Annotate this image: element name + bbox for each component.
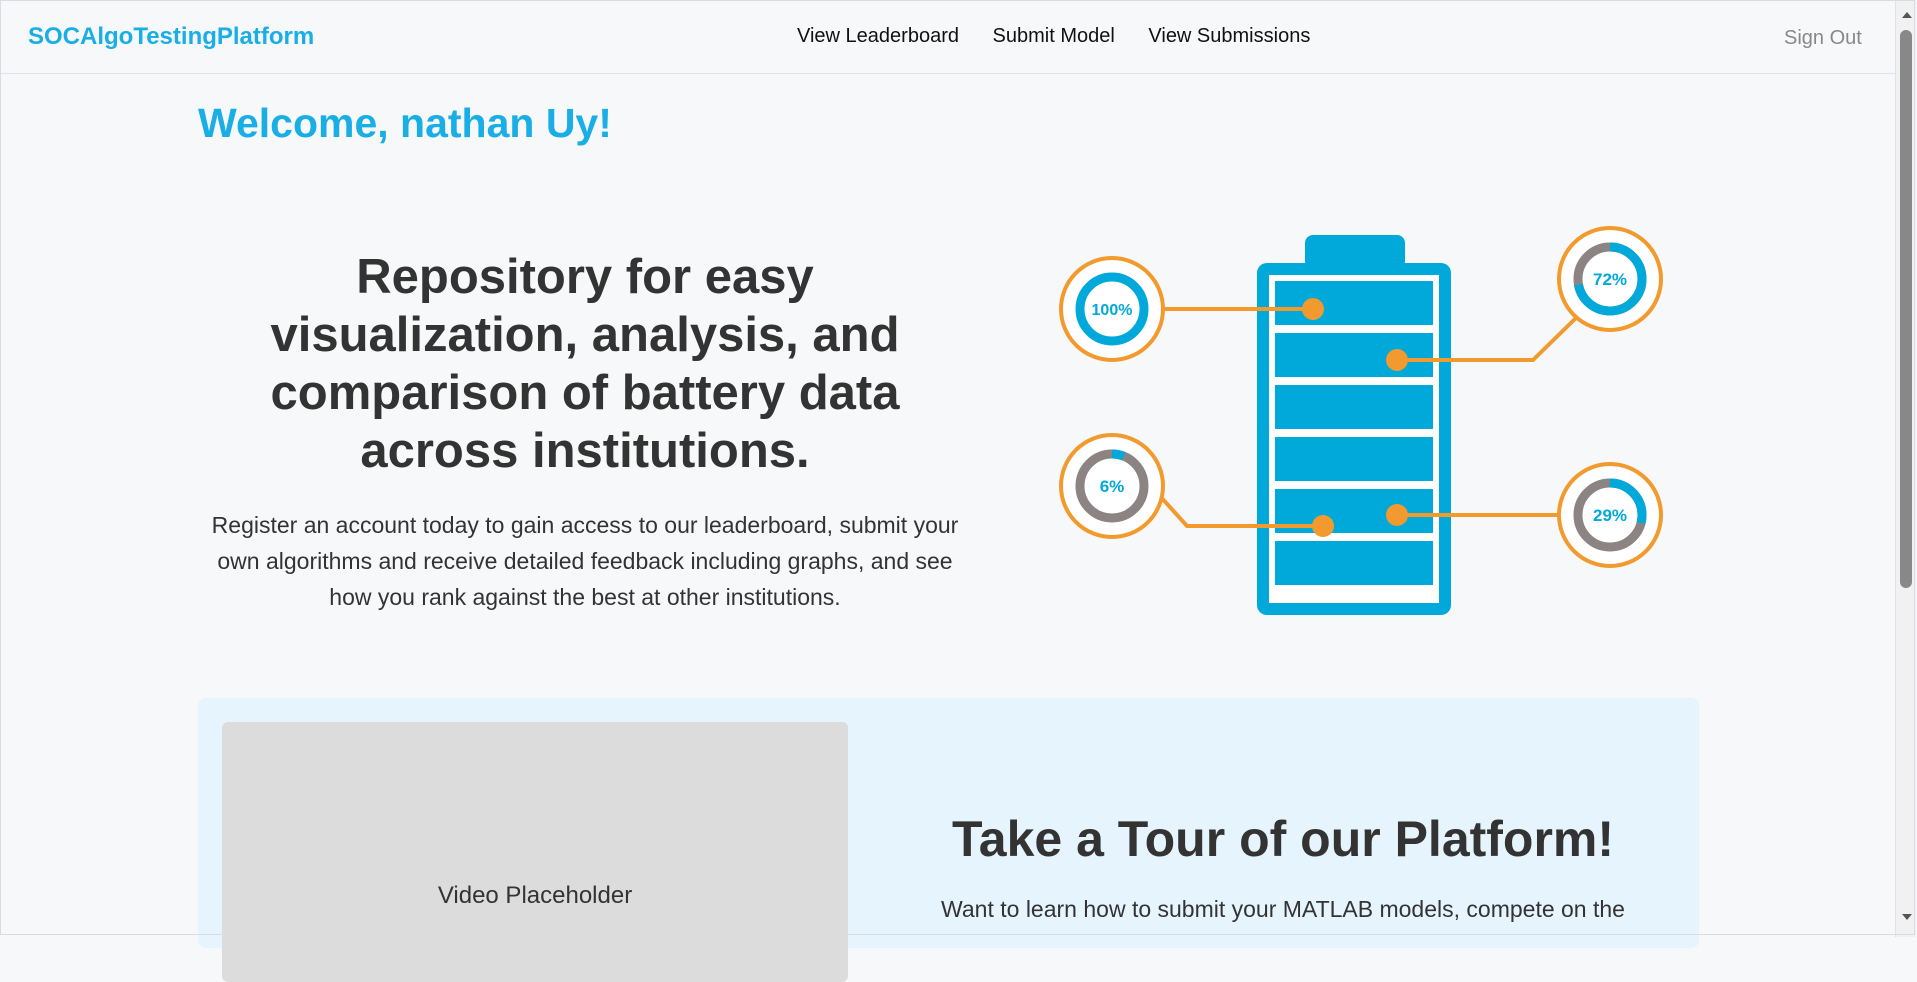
tour-title: Take a Tour of our Platform! (951, 811, 1615, 867)
gauge-6-label: 6% (1100, 477, 1125, 496)
gauge-29-label: 29% (1593, 506, 1627, 525)
nav-view-submissions[interactable]: View Submissions (1148, 25, 1310, 47)
gauge-72-label: 72% (1593, 270, 1627, 289)
scroll-down-arrow-icon[interactable] (1902, 914, 1912, 920)
scroll-up-arrow-icon[interactable] (1902, 12, 1912, 18)
main-nav: View Leaderboard Submit Model View Submi… (797, 25, 1338, 48)
hero-title: Repository for easy visualization, analy… (270, 250, 900, 478)
hero-description: Register an account today to gain access… (211, 512, 959, 610)
tour-description: Want to learn how to submit your MATLAB … (941, 896, 1625, 922)
nav-submit-model[interactable]: Submit Model (993, 25, 1115, 47)
gauge-100-label: 100% (1092, 302, 1133, 319)
page-scrollbar[interactable] (1895, 0, 1916, 937)
brand-logo-link[interactable]: SOCAlgoTestingPlatform (28, 23, 314, 51)
sign-out-link[interactable]: Sign Out (1784, 27, 1862, 50)
nav-view-leaderboard[interactable]: View Leaderboard (797, 25, 959, 47)
video-placeholder[interactable]: Video Placeholder (222, 722, 848, 982)
battery-illustration: 100% 72% 6% 29% (1059, 226, 1663, 615)
gauge-100: 100% (1059, 256, 1165, 362)
scrollbar-thumb[interactable] (1900, 30, 1912, 588)
gauge-6: 6% (1059, 433, 1165, 539)
gauge-29: 29% (1557, 462, 1663, 568)
top-nav-bar: SOCAlgoTestingPlatform View Leaderboard … (0, 0, 1895, 74)
tour-section: Video Placeholder Take a Tour of our Pla… (198, 698, 1699, 982)
welcome-heading: Welcome, nathan Uy! (198, 100, 612, 146)
video-placeholder-label: Video Placeholder (437, 882, 633, 909)
gauge-72: 72% (1557, 226, 1663, 332)
